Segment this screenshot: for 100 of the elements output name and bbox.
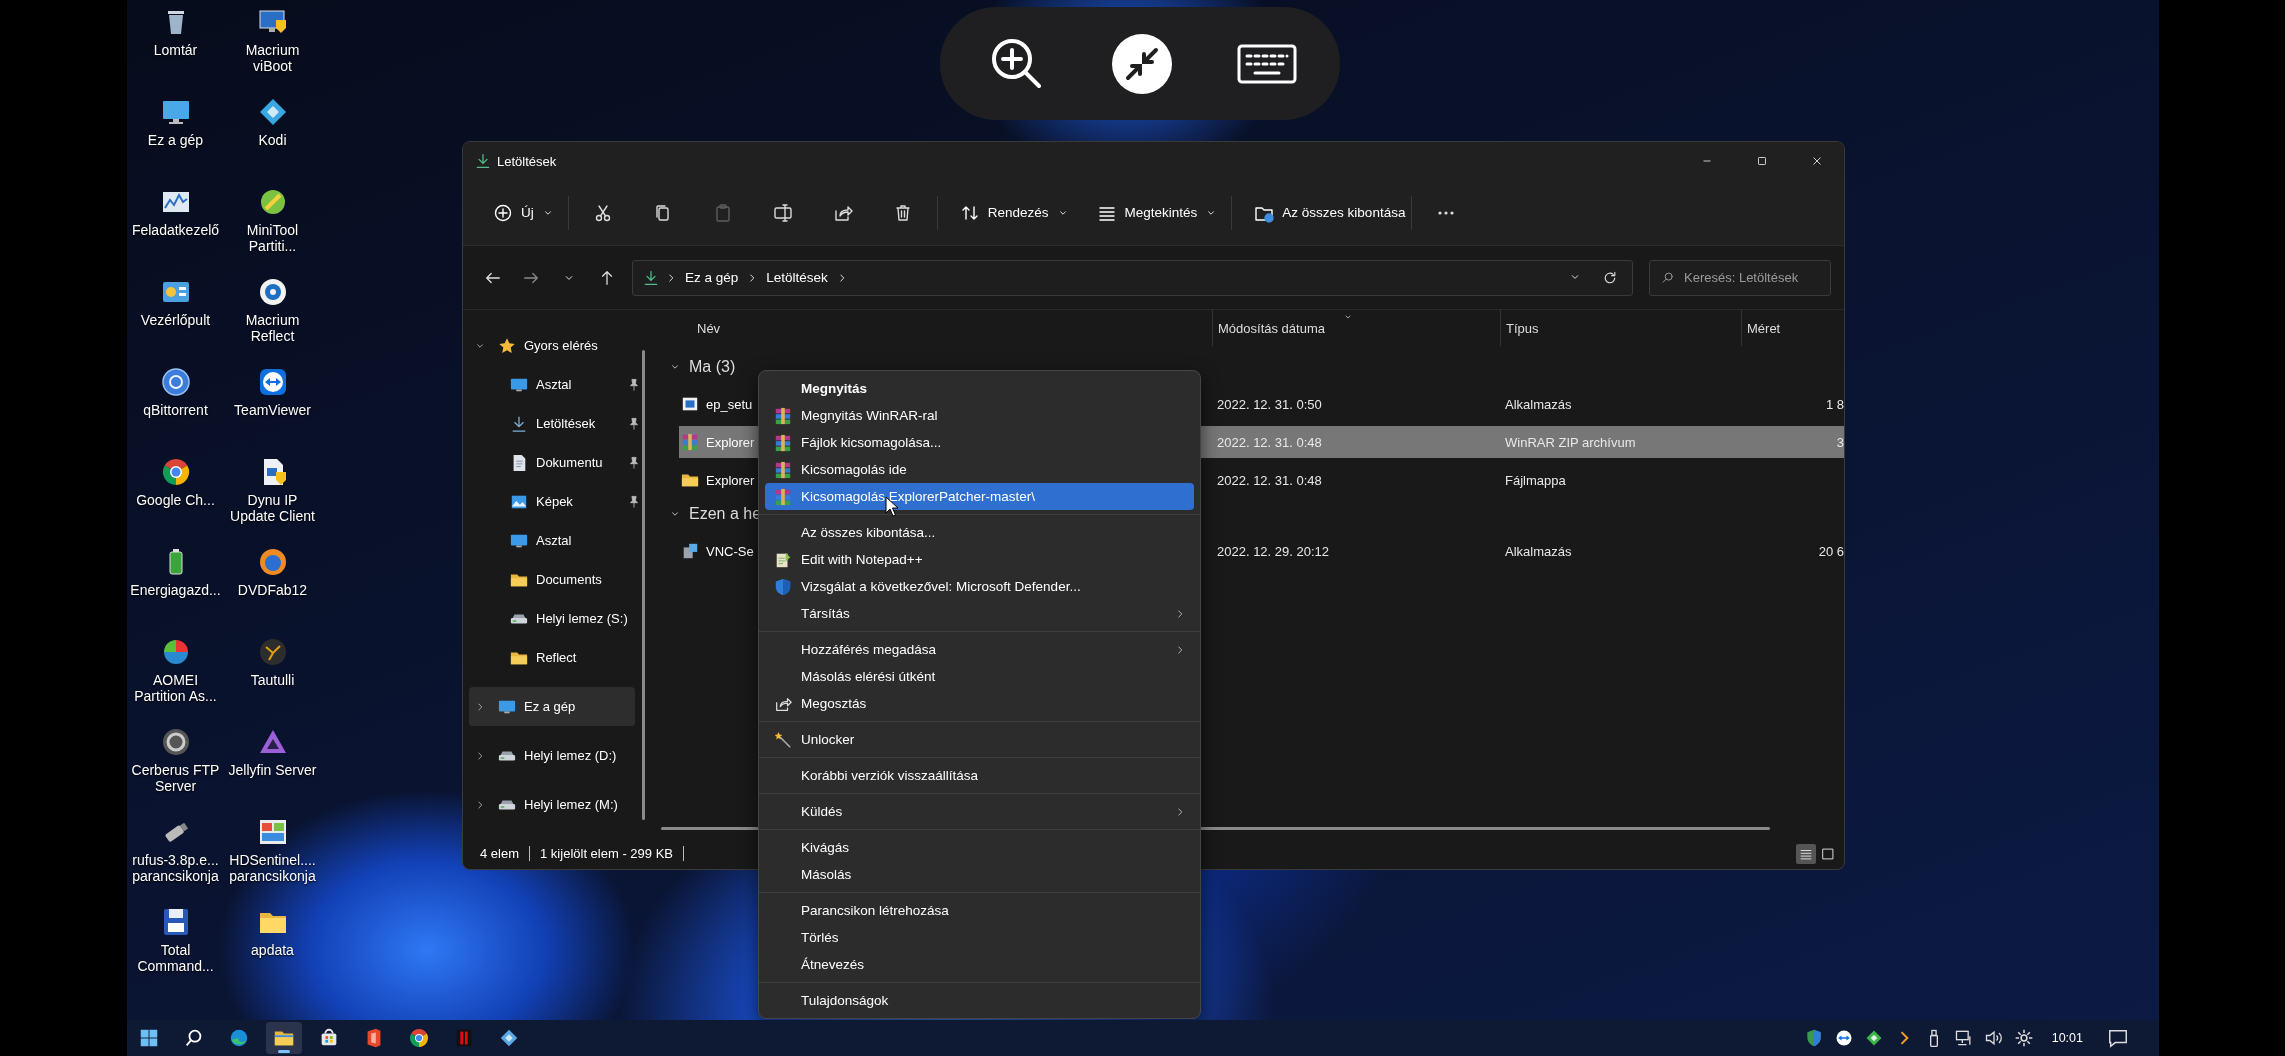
app-window-icon <box>681 395 699 413</box>
menu-item[interactable]: Kicsomagolás ide <box>765 456 1194 483</box>
nav-item[interactable]: Asztal <box>469 521 635 560</box>
icon-label[interactable]: AOMEI Partition As... <box>127 672 224 704</box>
icon-label[interactable]: DVDFab12 <box>237 582 308 598</box>
menu-item[interactable]: Az összes kibontása... <box>765 519 1194 546</box>
tiles-view-icon <box>1821 846 1835 861</box>
menu-item[interactable]: Társítás <box>765 600 1194 627</box>
menu-item[interactable]: Kicsomagolás ExplorerPatcher-master\ <box>765 483 1194 510</box>
browser-icon <box>228 1027 250 1049</box>
size-cell-text: 1 8 <box>1824 396 1844 412</box>
icon-label[interactable]: Feladatkezelő <box>131 222 220 238</box>
more-icon <box>1438 210 1455 215</box>
installer-icon <box>681 542 699 560</box>
icon-label[interactable]: Tautulli <box>250 672 295 688</box>
archive-icon <box>774 433 792 452</box>
icon-label[interactable]: Google Ch... <box>136 492 215 508</box>
menu-item[interactable]: Parancsikon létrehozása <box>765 897 1194 924</box>
scrollbar[interactable] <box>642 350 645 820</box>
nav-item[interactable]: Képek <box>469 482 635 521</box>
file-name[interactable]: Explorer <box>706 472 755 488</box>
breadcrumb[interactable]: Ez a gép <box>683 270 741 285</box>
file-name[interactable]: ep_setu <box>706 396 753 412</box>
start-icon <box>138 1027 160 1049</box>
menu-item[interactable]: Kivágás <box>765 834 1194 861</box>
menu-item[interactable]: Tulajdonságok <box>765 987 1194 1014</box>
notification-icon[interactable] <box>2107 1027 2129 1049</box>
icon-label[interactable]: Energiagazd... <box>130 582 221 598</box>
menu-item[interactable]: Megnyitás WinRAR-ral <box>765 402 1194 429</box>
toolbar-button[interactable]: Az összes kibontása <box>1246 192 1414 233</box>
icon-label[interactable]: HDSentinel.... parancsikonja <box>224 852 321 884</box>
menu-item[interactable]: Másolás <box>765 861 1194 888</box>
dropdown-button[interactable]: Megtekintés <box>1088 192 1226 233</box>
icon-label[interactable]: Macrium viBoot <box>224 42 321 74</box>
menu-item[interactable]: Edit with Notepad++ <box>765 546 1194 573</box>
icon-label[interactable]: TeamViewer <box>234 402 311 418</box>
archive-icon <box>774 406 792 425</box>
menu-item[interactable]: Vizsgálat a következővel: Microsoft Defender... <box>765 573 1194 600</box>
type-cell-text: WinRAR ZIP archívum <box>1504 434 1637 450</box>
nav-item[interactable]: Documents <box>469 560 635 599</box>
clock[interactable]: 10:01 <box>2051 1031 2083 1045</box>
column-header[interactable]: Méret <box>1747 320 1781 336</box>
file-name[interactable]: Explorer <box>706 434 755 450</box>
speaker-icon[interactable] <box>1983 1028 2004 1048</box>
nav-item[interactable]: Ez a gép <box>469 687 635 726</box>
icon-label[interactable]: rufus-3.8p.e... parancsikonja <box>127 852 224 884</box>
refresh-icon[interactable] <box>1602 269 1618 286</box>
magic-wand-icon <box>774 730 792 749</box>
menu-item[interactable]: Küldés <box>765 798 1194 825</box>
download-icon <box>510 414 528 433</box>
menu-item[interactable]: Korábbi verziók visszaállítása <box>765 762 1194 789</box>
icon-label[interactable]: Vezérlőpult <box>140 312 211 328</box>
icon-label[interactable]: Jellyfin Server <box>228 762 317 778</box>
icon-label[interactable]: Kodi <box>258 132 287 148</box>
icon-label[interactable]: MiniTool Partiti... <box>224 222 321 254</box>
menu-item[interactable]: Hozzáférés megadása <box>765 636 1194 663</box>
settings-icon[interactable] <box>2013 1028 2034 1048</box>
dropdown-button[interactable]: Rendezés <box>951 192 1077 233</box>
archive-icon <box>681 433 699 451</box>
icon-label[interactable]: apdata <box>251 942 294 958</box>
icon-label[interactable]: Total Command... <box>127 942 224 974</box>
nav-item[interactable]: Gyors elérés <box>469 326 635 365</box>
nav-item[interactable]: Helyi lemez (M:) <box>469 785 635 824</box>
network-icon[interactable] <box>1953 1028 1974 1048</box>
breadcrumb[interactable]: Letöltések <box>764 270 830 285</box>
column-header[interactable]: Név <box>697 320 721 336</box>
nav-item[interactable]: Dokumentu <box>469 443 635 482</box>
icon-label[interactable]: Lomtár <box>153 42 198 58</box>
address-bar[interactable]: Ez a gép Letöltések <box>632 259 1633 296</box>
menu-item[interactable]: Átnevezés <box>765 951 1194 978</box>
status-text: 1 kijelölt elem - 299 KB <box>540 846 673 861</box>
icon-label[interactable]: Macrium Reflect <box>224 312 321 344</box>
icon-label[interactable]: qBittorrent <box>143 402 208 418</box>
search-field[interactable]: Keresés: Letöltések <box>1649 259 1831 296</box>
menu-item[interactable]: Megnyitás <box>765 375 1194 402</box>
window-title: Letöltések <box>497 153 557 169</box>
icon-label[interactable]: Ez a gép <box>147 132 204 148</box>
remote-connection-icon[interactable] <box>1110 31 1174 96</box>
size-cell-text: 20 6 <box>1817 543 1844 559</box>
circle-app-icon[interactable] <box>159 366 192 398</box>
menu-item[interactable]: Fájlok kicsomagolása... <box>765 429 1194 456</box>
nav-item[interactable]: Helyi lemez (D:) <box>469 736 635 775</box>
nav-item[interactable]: Helyi lemez (S:) <box>469 599 635 638</box>
menu-item[interactable]: Törlés <box>765 924 1194 951</box>
date-cell-text: 2022. 12. 31. 0:50 <box>1216 396 1323 412</box>
dropdown-button[interactable]: Új <box>485 192 562 233</box>
icon-label[interactable]: Dynu IP Update Client <box>224 492 321 524</box>
view-button[interactable] <box>1796 843 1816 864</box>
column-header[interactable]: Típus <box>1506 320 1539 336</box>
icon-label[interactable]: Cerberus FTP Server <box>127 762 224 794</box>
menu-item[interactable]: Megosztás <box>765 690 1194 717</box>
menu-item[interactable]: Unlocker <box>765 726 1194 753</box>
file-name[interactable]: VNC-Se <box>706 543 754 559</box>
archive-icon <box>774 487 792 506</box>
column-header[interactable]: Módosítás dátuma <box>1218 320 1325 336</box>
nav-item[interactable]: Reflect <box>469 638 635 677</box>
menu-item[interactable]: Másolás elérési útként <box>765 663 1194 690</box>
nav-item[interactable]: Letöltések <box>469 404 635 443</box>
taskbar-button[interactable] <box>266 1022 302 1054</box>
nav-item[interactable]: Asztal <box>469 365 635 404</box>
